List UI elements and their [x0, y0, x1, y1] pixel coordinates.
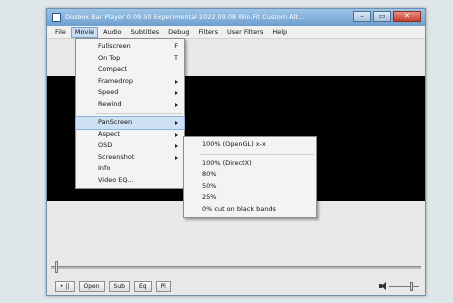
- menu-subtitles[interactable]: Subtitles: [127, 27, 163, 38]
- menu-item-label: Screenshot: [98, 152, 135, 161]
- menu-item-screenshot[interactable]: Screenshot: [76, 152, 184, 164]
- menu-separator: [200, 153, 314, 155]
- menu-item-label: 100% (OpenGL) x-x: [202, 140, 266, 148]
- close-button[interactable]: ✕: [393, 11, 421, 22]
- volume-track[interactable]: [389, 286, 419, 287]
- menu-item-label: Video EQ...: [98, 175, 134, 184]
- menu-item-framedrop[interactable]: Framedrop: [76, 76, 184, 88]
- menu-item-label: On Top: [98, 53, 121, 62]
- menu-item-fullscreen[interactable]: Fullscreen F: [76, 41, 184, 53]
- menu-item-shortcut: T: [174, 53, 178, 62]
- menu-item-label: Rewind: [98, 99, 122, 108]
- sub-button[interactable]: Sub: [108, 280, 130, 292]
- menu-item-label: 0% cut on black bands: [202, 204, 276, 213]
- seek-track[interactable]: [51, 266, 421, 269]
- menu-separator: [96, 113, 182, 114]
- menu-filters[interactable]: Filters: [194, 27, 221, 38]
- panscreen-item[interactable]: 80%: [184, 169, 316, 181]
- menu-item-label: 25%: [202, 193, 217, 201]
- eq-button[interactable]: Eq: [133, 280, 152, 292]
- menu-item-label: OSD: [98, 141, 113, 149]
- menu-item-label: Speed: [98, 88, 119, 96]
- menu-item-aspect[interactable]: Aspect: [76, 129, 184, 141]
- app-icon: [52, 13, 61, 22]
- panscreen-item[interactable]: 0% cut on black bands: [184, 204, 316, 216]
- menu-item-label: Fullscreen: [98, 42, 131, 50]
- movie-menu: Fullscreen F On Top T Compact Framedrop …: [75, 38, 185, 189]
- menu-item-video-eq[interactable]: Video EQ...: [76, 175, 184, 187]
- menu-item-label: 100% (DirectX): [202, 158, 252, 167]
- player-window: Dosbox Bar Player 0.09.50 Experimental 2…: [46, 8, 426, 296]
- control-bar: ‣ || Open Sub Eq Pl: [47, 277, 425, 295]
- panscreen-item[interactable]: 50%: [184, 181, 316, 193]
- menu-item-label: 50%: [202, 181, 217, 190]
- menu-file[interactable]: File: [51, 27, 70, 38]
- panscreen-submenu: 100% (OpenGL) x-x 100% (DirectX) 80% 50%…: [183, 136, 317, 218]
- menu-help[interactable]: Help: [268, 27, 291, 38]
- volume-handle[interactable]: [410, 282, 413, 291]
- window-controls: – ▭ ✕: [353, 11, 421, 22]
- menu-item-label: Info: [98, 164, 111, 172]
- submenu-arrow-icon: [175, 144, 178, 148]
- minimize-button[interactable]: –: [353, 11, 371, 22]
- menu-item-on-top[interactable]: On Top T: [76, 53, 184, 65]
- window-title: Dosbox Bar Player 0.09.50 Experimental 2…: [65, 13, 305, 21]
- menu-item-rewind[interactable]: Rewind: [76, 99, 184, 111]
- submenu-arrow-icon: [175, 132, 178, 137]
- menu-item-label: Aspect: [98, 129, 121, 138]
- menu-debug[interactable]: Debug: [164, 27, 193, 38]
- playlist-button[interactable]: Pl: [155, 280, 171, 292]
- menu-item-label: 80%: [202, 170, 217, 178]
- submenu-arrow-icon: [175, 155, 178, 160]
- speaker-icon[interactable]: [379, 282, 387, 290]
- seek-handle[interactable]: [55, 261, 58, 273]
- panscreen-item[interactable]: 100% (OpenGL) x-x: [184, 139, 316, 151]
- play-pause-button[interactable]: ‣ ||: [55, 280, 75, 292]
- submenu-arrow-icon: [175, 91, 178, 95]
- menu-item-compact[interactable]: Compact: [76, 64, 184, 76]
- submenu-arrow-icon: [175, 121, 178, 125]
- panscreen-item[interactable]: 25%: [184, 192, 316, 204]
- title-bar[interactable]: Dosbox Bar Player 0.09.50 Experimental 2…: [47, 9, 425, 26]
- menu-item-speed[interactable]: Speed: [76, 87, 184, 99]
- menu-user-filters[interactable]: User Filters: [223, 27, 267, 38]
- submenu-arrow-icon: [175, 102, 178, 107]
- panscreen-item[interactable]: 100% (DirectX): [184, 158, 316, 170]
- menu-item-osd[interactable]: OSD: [76, 140, 184, 152]
- menu-movie[interactable]: Movie: [70, 26, 99, 38]
- menu-item-panscreen[interactable]: PanScreen: [75, 116, 185, 130]
- menu-audio[interactable]: Audio: [99, 27, 125, 38]
- maximize-button[interactable]: ▭: [373, 11, 391, 22]
- menu-item-info[interactable]: Info: [76, 163, 184, 175]
- menu-item-shortcut: F: [174, 42, 178, 50]
- open-button[interactable]: Open: [78, 280, 105, 292]
- menu-item-label: PanScreen: [98, 118, 133, 126]
- seek-bar[interactable]: [51, 261, 421, 273]
- menu-item-label: Framedrop: [98, 76, 134, 85]
- menu-item-label: Compact: [98, 65, 128, 73]
- submenu-arrow-icon: [175, 79, 178, 84]
